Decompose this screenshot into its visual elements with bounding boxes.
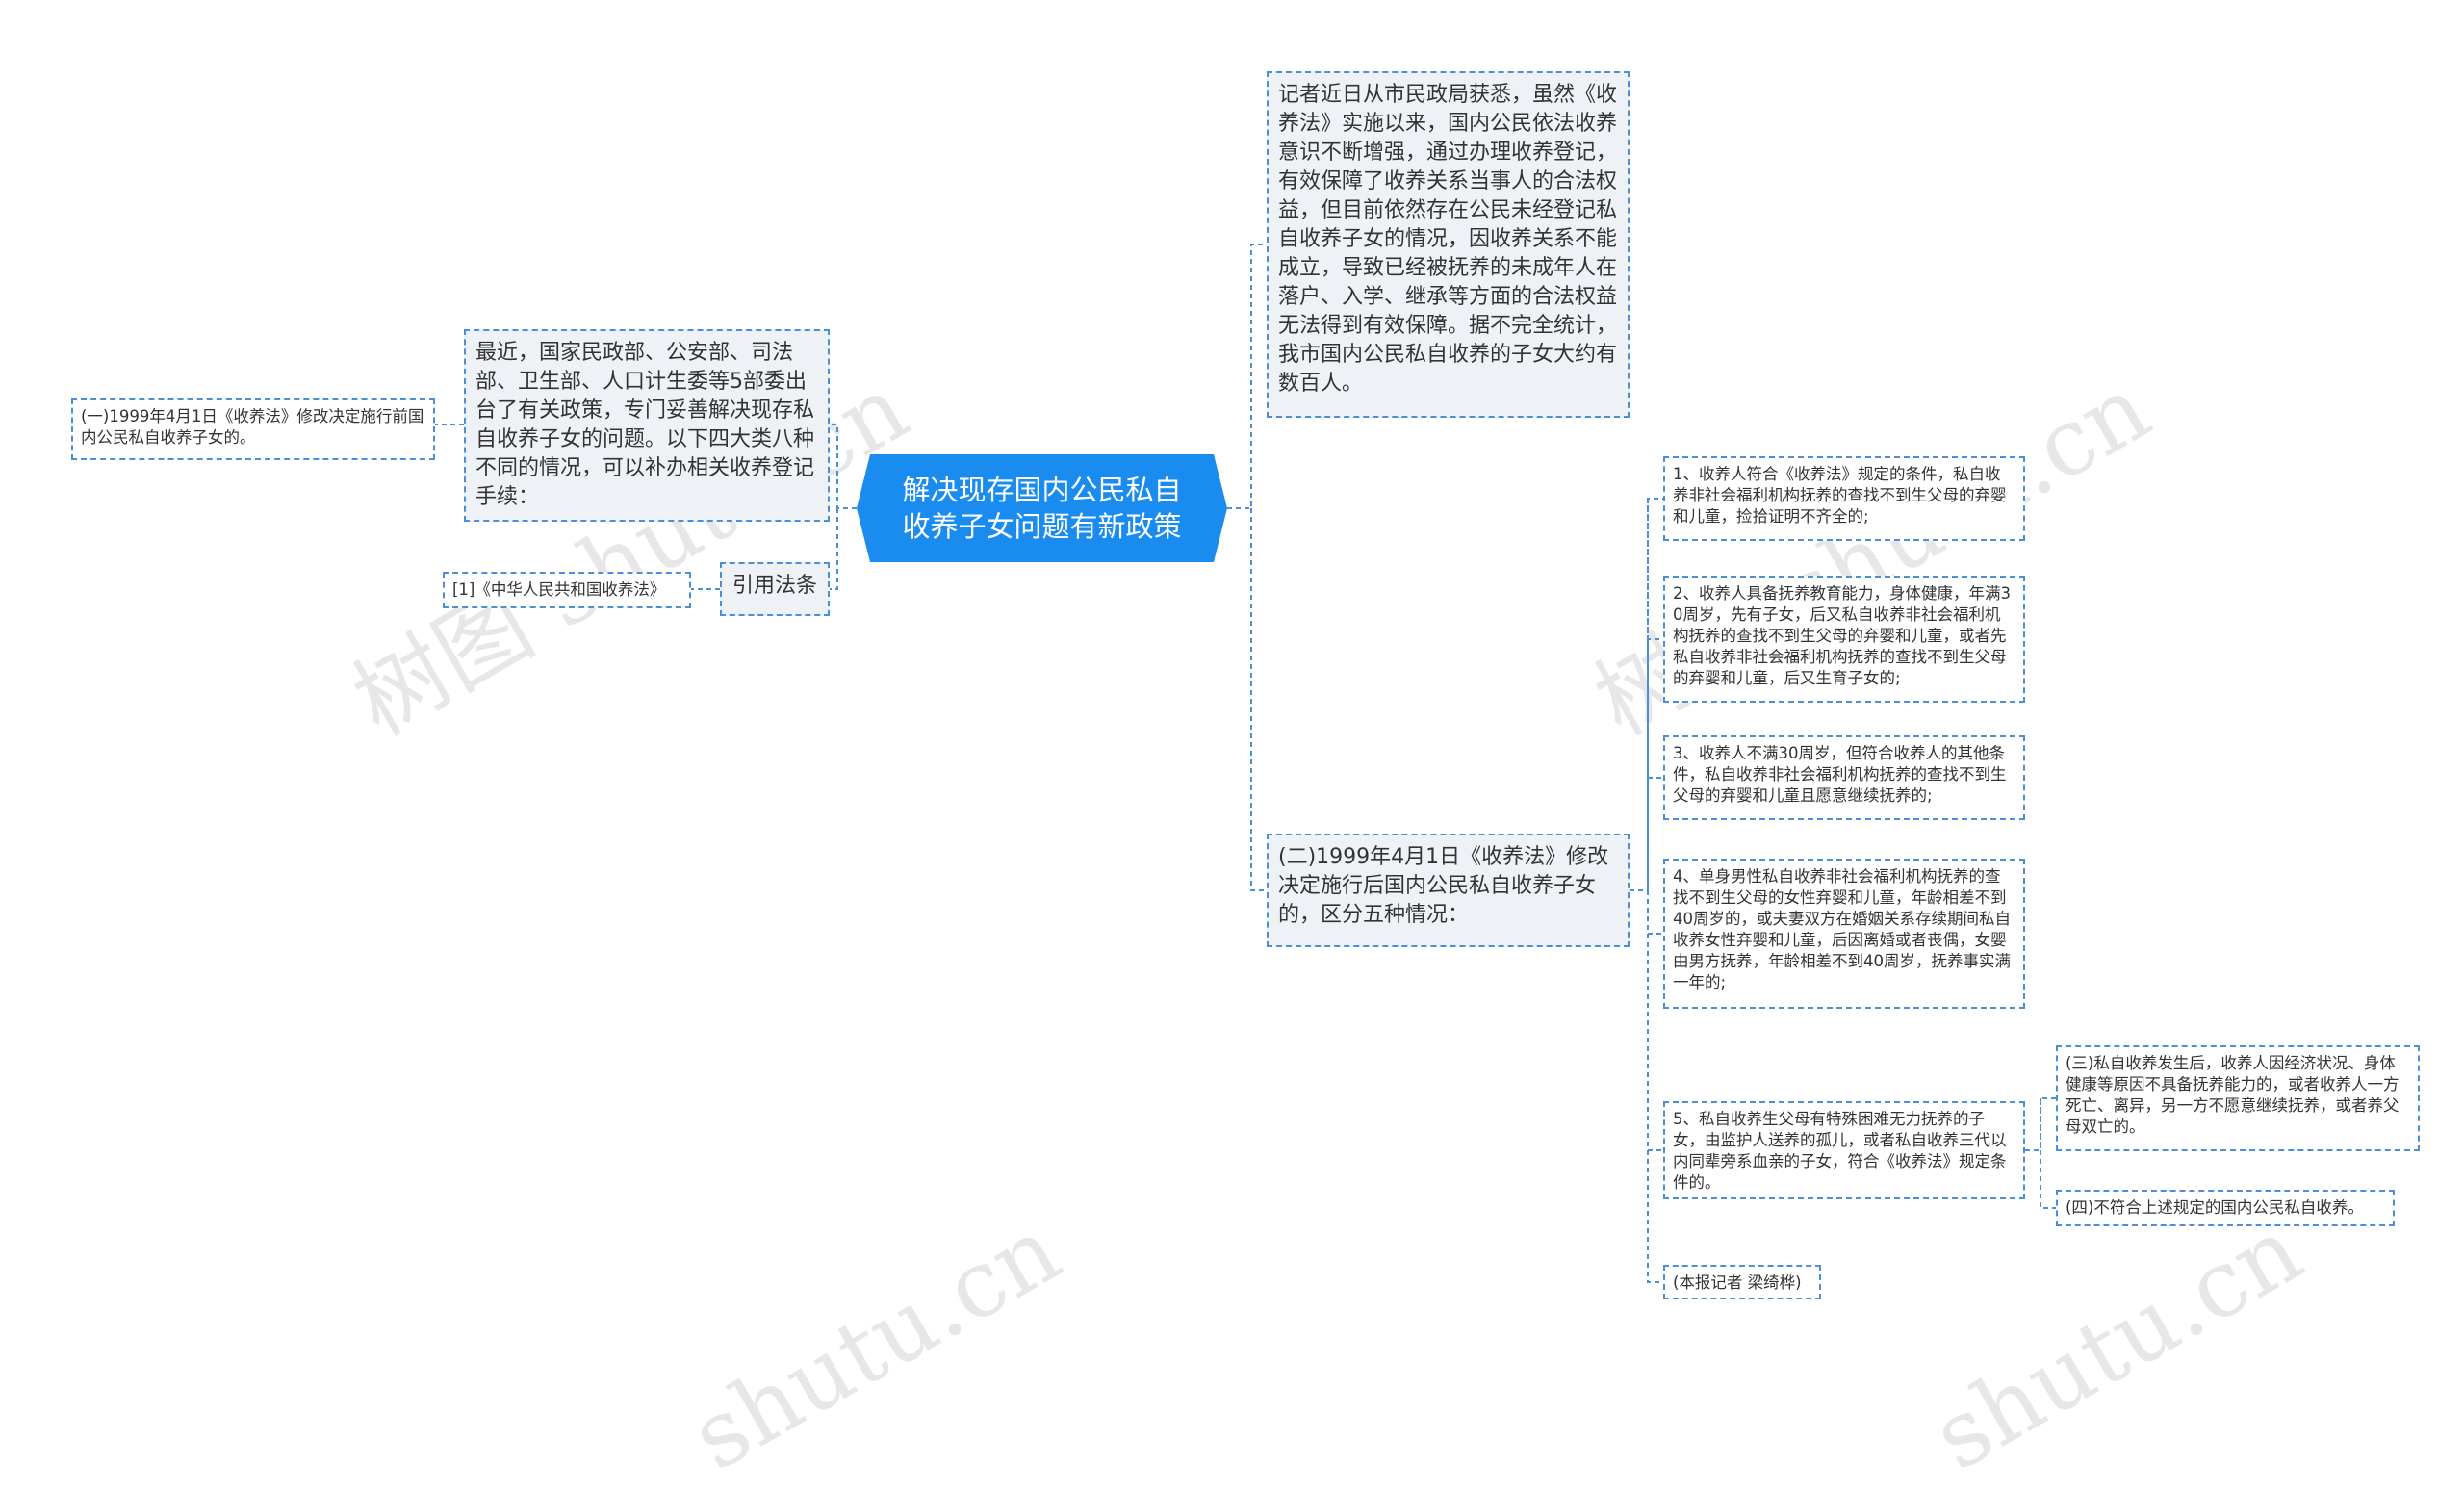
section4-node[interactable]: (四)不符合上述规定的国内公民私自收养。 [2056,1190,2395,1226]
intro-node[interactable]: 记者近日从市民政局获悉，虽然《收养法》实施以来，国内公民依法收养意识不断增强，通… [1267,71,1630,418]
condition-item-2[interactable]: 2、收养人具备抚养教育能力，身体健康，年满30周岁，先有子女，后又私自收养非社会… [1663,576,2025,703]
section1-node[interactable]: (一)1999年4月1日《收养法》修改决定施行前国内公民私自收养子女的。 [71,398,435,460]
citation-label[interactable]: 引用法条 [720,562,830,616]
condition-item-5[interactable]: 5、私自收养生父母有特殊困难无力抚养的子女，由监护人送养的孤儿，或者私自收养三代… [1663,1101,2025,1199]
reporter-node[interactable]: (本报记者 梁绮桦) [1663,1265,1821,1299]
section3-node[interactable]: (三)私自收养发生后，收养人因经济状况、身体健康等原因不具备抚养能力的，或者收养… [2056,1045,2420,1151]
connector-lines [435,244,2056,1283]
section2-node[interactable]: (二)1999年4月1日《收养法》修改决定施行后国内公民私自收养子女的，区分五种… [1267,834,1630,947]
condition-item-3[interactable]: 3、收养人不满30周岁，但符合收养人的其他条件，私自收养非社会福利机构抚养的查找… [1663,735,2025,820]
condition-item-1[interactable]: 1、收养人符合《收养法》规定的条件，私自收养非社会福利机构抚养的查找不到生父母的… [1663,456,2025,541]
left-intro-node[interactable]: 最近，国家民政部、公安部、司法部、卫生部、人口计生委等5部委出台了有关政策，专门… [464,329,830,522]
citation-reference[interactable]: [1]《中华人民共和国收养法》 [443,572,691,608]
mind-map-canvas: 树图 shutu.cn 树图 shutu.cn shutu.cn shutu.c… [0,0,2464,1491]
condition-item-4[interactable]: 4、单身男性私自收养非社会福利机构抚养的查找不到生父母的女性弃婴和儿童，年龄相差… [1663,859,2025,1009]
root-topic[interactable]: 解决现存国内公民私自收养子女问题有新政策 [857,454,1227,562]
root-label: 解决现存国内公民私自收养子女问题有新政策 [902,474,1182,543]
